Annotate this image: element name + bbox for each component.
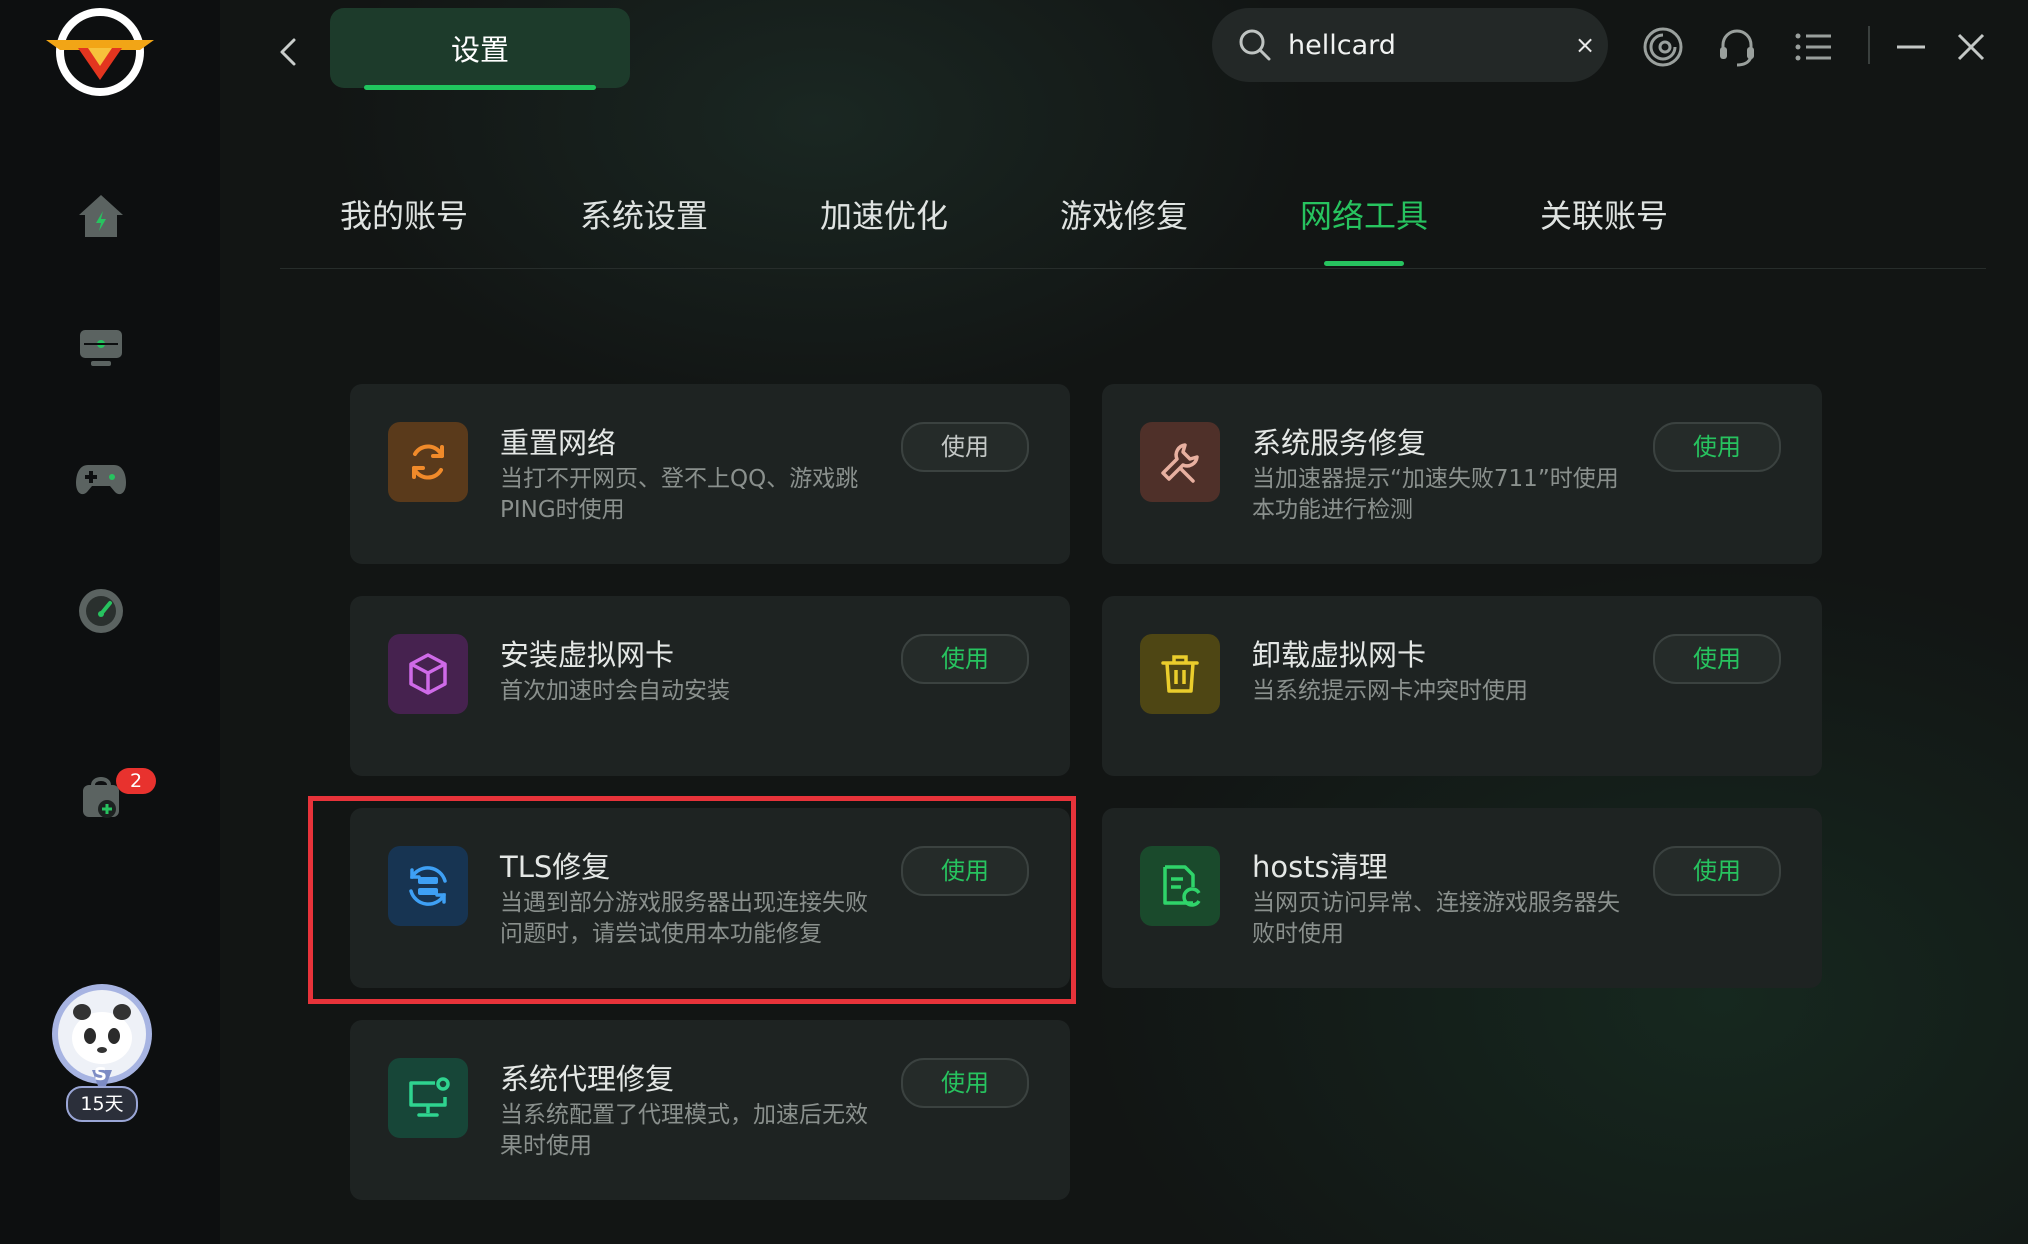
home-icon [79, 195, 123, 237]
close-icon [1957, 33, 1985, 61]
close-button[interactable] [1948, 24, 1994, 70]
ubisoft-button[interactable] [1640, 24, 1686, 70]
tool-card-install-virtual-nic: 安装虚拟网卡 首次加速时会自动安装 使用 [350, 596, 1070, 776]
tool-card-reset-network: 重置网络 当打不开网页、登不上QQ、游戏跳PING时使用 使用 [350, 384, 1070, 564]
back-button[interactable] [268, 30, 308, 74]
headset-icon [1720, 29, 1754, 67]
tab-linked-accounts[interactable]: 关联账号 [1540, 190, 1668, 266]
search-input[interactable] [1286, 28, 1560, 62]
monitor-gear-icon [388, 1058, 468, 1138]
monitor-icon [80, 330, 122, 366]
use-button[interactable]: 使用 [901, 422, 1029, 472]
cube-icon [388, 634, 468, 714]
tool-description: 当系统配置了代理模式，加速后无效果时使用 [500, 1102, 868, 1159]
tool-card-uninstall-virtual-nic: 卸载虚拟网卡 当系统提示网卡冲突时使用 使用 [1102, 596, 1822, 776]
search-clear-button[interactable]: × [1570, 31, 1600, 59]
membership-days: 15天 [66, 1086, 138, 1122]
tool-title: 安装虚拟网卡 [500, 638, 675, 672]
file-clean-icon [1140, 846, 1220, 926]
settings-tabs: 我的账号 系统设置 加速优化 游戏修复 网络工具 关联账号 [280, 190, 1986, 269]
minimize-icon [1897, 45, 1925, 49]
use-button[interactable]: 使用 [1653, 846, 1781, 896]
menu-button[interactable] [1790, 24, 1836, 70]
search-icon [1239, 29, 1271, 61]
tool-description: 当系统提示网卡冲突时使用 [1252, 678, 1528, 704]
tab-system-settings[interactable]: 系统设置 [580, 190, 708, 266]
tool-description: 当加速器提示“加速失败711”时使用本功能进行检测 [1252, 466, 1619, 523]
sidebar-item-home[interactable] [66, 182, 136, 252]
tab-my-account[interactable]: 我的账号 [340, 190, 468, 266]
tool-title: 卸载虚拟网卡 [1252, 638, 1427, 672]
avatar[interactable]: S 15天 [46, 982, 158, 1122]
use-button[interactable]: 使用 [1653, 634, 1781, 684]
tool-card-proxy-repair: 系统代理修复 当系统配置了代理模式，加速后无效果时使用 使用 [350, 1020, 1070, 1200]
chevron-left-icon [280, 38, 296, 66]
tool-description: 当网页访问异常、连接游戏服务器失败时使用 [1252, 890, 1620, 947]
active-tab-indicator [1324, 261, 1404, 266]
use-button[interactable]: 使用 [901, 1058, 1029, 1108]
tab-game-repair[interactable]: 游戏修复 [1060, 190, 1188, 266]
tab-network-tools[interactable]: 网络工具 [1300, 190, 1428, 266]
settings-title-tab[interactable]: 设置 [330, 8, 630, 90]
toolbar-divider [1868, 26, 1870, 64]
tab-acceleration[interactable]: 加速优化 [820, 190, 948, 266]
support-button[interactable] [1714, 24, 1760, 70]
wrench-icon [1140, 422, 1220, 502]
sidebar-item-games[interactable] [66, 444, 136, 514]
sidebar-item-monitor[interactable] [66, 312, 136, 382]
speedometer-icon [79, 589, 123, 633]
settings-title: 设置 [450, 33, 509, 67]
minimize-button[interactable] [1888, 24, 1934, 70]
refresh-icon [388, 422, 468, 502]
tool-title: 系统代理修复 [500, 1062, 675, 1096]
tool-title: 系统服务修复 [1252, 426, 1427, 460]
sidebar-item-speed[interactable] [66, 576, 136, 646]
tool-title: 重置网络 [500, 426, 617, 460]
use-button[interactable]: 使用 [1653, 422, 1781, 472]
trash-icon [1140, 634, 1220, 714]
sidebar: 2 S 15天 [0, 0, 220, 1244]
highlight-box [308, 796, 1076, 1004]
menu-list-icon [1795, 33, 1831, 61]
tool-description: 当打不开网页、登不上QQ、游戏跳PING时使用 [500, 466, 859, 523]
tool-description: 首次加速时会自动安装 [500, 678, 730, 704]
gamepad-icon [76, 465, 126, 495]
tool-card-hosts-cleanup: hosts清理 当网页访问异常、连接游戏服务器失败时使用 使用 [1102, 808, 1822, 988]
use-button[interactable]: 使用 [901, 634, 1029, 684]
search-box: × [1212, 8, 1608, 82]
notification-badge: 2 [116, 768, 156, 794]
app-logo [44, 4, 156, 100]
title-underline [364, 85, 596, 90]
avatar-level-letter: S [94, 1064, 107, 1085]
tool-title: hosts清理 [1252, 850, 1388, 884]
tool-card-system-service-repair: 系统服务修复 当加速器提示“加速失败711”时使用本功能进行检测 使用 [1102, 384, 1822, 564]
ubisoft-icon [1643, 27, 1683, 67]
